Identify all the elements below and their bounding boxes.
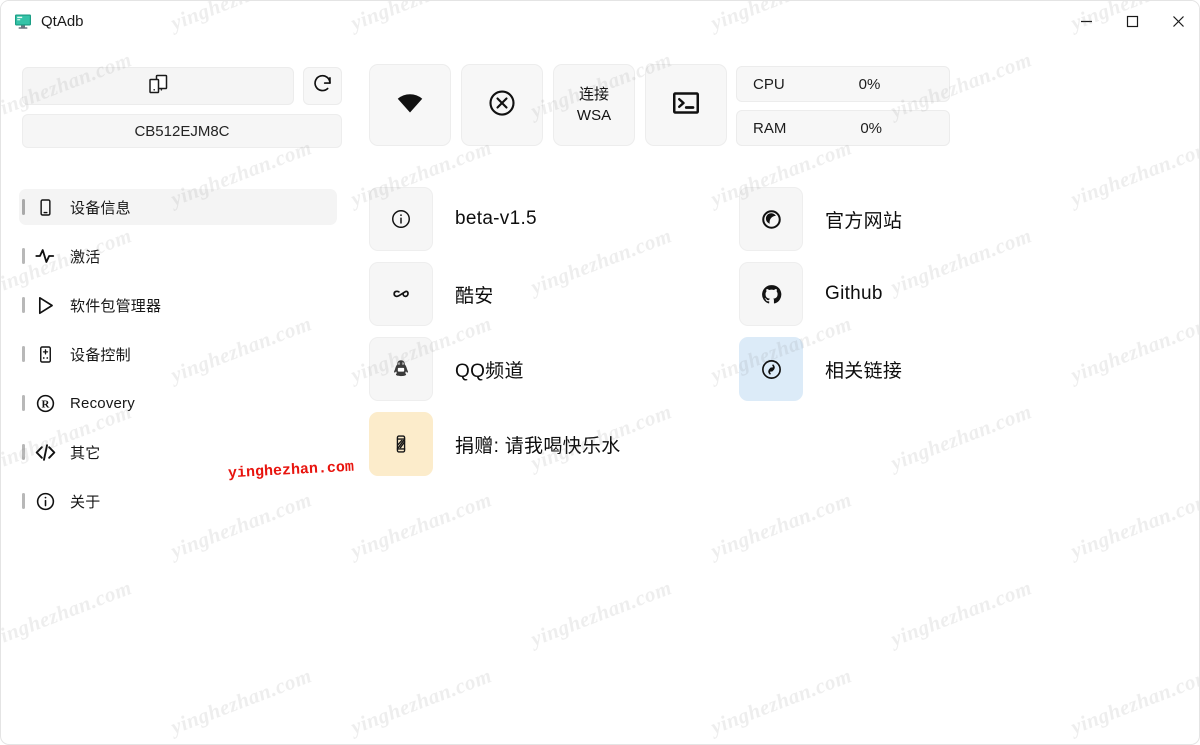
github-card[interactable]: Github xyxy=(739,262,902,326)
sidebar-item-recovery[interactable]: R Recovery xyxy=(19,385,337,421)
app-window: QtAdb CB512EJM8C 设备信息 激活 软件包管理器 设备控制 R R… xyxy=(0,0,1200,745)
wifi-connect-button[interactable] xyxy=(369,64,451,146)
sidebar-item-label: Recovery xyxy=(70,394,135,412)
registered-r-icon: R xyxy=(33,391,57,415)
sidebar-item-label: 设备信息 xyxy=(70,199,131,217)
device-select[interactable] xyxy=(22,67,294,105)
sidebar-item-label: 关于 xyxy=(70,493,101,511)
related-links-card[interactable]: 相关链接 xyxy=(739,337,902,401)
indicator-bar xyxy=(22,493,25,509)
card-label: QQ频道 xyxy=(455,360,524,382)
title-bar-left: QtAdb xyxy=(1,12,84,30)
active-indicator-bar xyxy=(22,199,25,215)
body-area: CB512EJM8C 设备信息 激活 软件包管理器 设备控制 R Recover… xyxy=(1,41,1199,744)
stat-value: 0% xyxy=(860,119,883,137)
sidebar: CB512EJM8C 设备信息 激活 软件包管理器 设备控制 R Recover… xyxy=(1,41,356,744)
sidebar-item-label: 其它 xyxy=(70,444,101,462)
stat-label: RAM xyxy=(753,119,787,137)
coolapk-icon xyxy=(369,262,433,326)
donate-card[interactable]: 捐赠: 请我喝快乐水 xyxy=(369,412,621,476)
sidebar-item-activate[interactable]: 激活 xyxy=(19,238,337,274)
wifi-icon xyxy=(395,88,425,123)
stat-row-ram: RAM 0% xyxy=(736,110,950,146)
card-label: Github xyxy=(825,283,883,304)
info-card-column-right: 官方网站 Github 相关链接 xyxy=(739,187,902,412)
code-brackets-icon xyxy=(33,440,57,464)
card-label: beta-v1.5 xyxy=(455,208,537,229)
stat-label: CPU xyxy=(753,75,785,93)
connect-wsa-label-line2: WSA xyxy=(576,107,612,124)
device-serial-display[interactable]: CB512EJM8C xyxy=(22,114,342,148)
info-circle-icon xyxy=(33,489,57,513)
window-controls xyxy=(1063,1,1199,41)
toolbar-actions: 连接 WSA xyxy=(369,64,727,146)
sidebar-item-device-info[interactable]: 设备信息 xyxy=(19,189,337,225)
sidebar-item-about[interactable]: 关于 xyxy=(19,483,337,519)
info-card-column-middle: beta-v1.5 酷安 QQ频道 捐赠: 请我喝快乐水 xyxy=(369,187,621,487)
qq-channel-card[interactable]: QQ频道 xyxy=(369,337,621,401)
website-globe-icon xyxy=(739,187,803,251)
svg-text:R: R xyxy=(41,398,49,410)
indicator-bar xyxy=(22,248,25,264)
maximize-button[interactable] xyxy=(1109,1,1155,41)
phone-icon xyxy=(33,195,57,219)
connect-wsa-label-line1: 连接 xyxy=(578,86,609,103)
qq-penguin-icon xyxy=(369,337,433,401)
activity-pulse-icon xyxy=(33,244,57,268)
device-selector-row xyxy=(22,67,342,105)
play-store-icon xyxy=(33,293,57,317)
info-circle-icon xyxy=(369,187,433,251)
terminal-icon xyxy=(671,88,701,123)
indicator-bar xyxy=(22,297,25,313)
card-label: 官方网站 xyxy=(825,210,903,232)
refresh-icon xyxy=(312,73,333,99)
resource-stats: CPU 0% RAM 0% xyxy=(736,66,950,154)
sidebar-nav: 设备信息 激活 软件包管理器 设备控制 R Recovery 其它 关于 xyxy=(19,189,337,532)
refresh-button[interactable] xyxy=(303,67,342,105)
connect-wsa-button[interactable]: 连接 WSA xyxy=(553,64,635,146)
disconnect-button[interactable] xyxy=(461,64,543,146)
minimize-button[interactable] xyxy=(1063,1,1109,41)
gamepad-remote-icon xyxy=(33,342,57,366)
title-bar: QtAdb xyxy=(1,1,1199,41)
indicator-bar xyxy=(22,444,25,460)
stat-value: 0% xyxy=(858,75,881,93)
soda-can-icon xyxy=(369,412,433,476)
sidebar-item-package-manager[interactable]: 软件包管理器 xyxy=(19,287,337,323)
sidebar-item-label: 设备控制 xyxy=(70,346,131,364)
card-label: 捐赠: 请我喝快乐水 xyxy=(455,435,621,457)
indicator-bar xyxy=(22,395,25,411)
official-website-card[interactable]: 官方网站 xyxy=(739,187,902,251)
monitor-icon xyxy=(14,12,32,30)
terminal-button[interactable] xyxy=(645,64,727,146)
version-card[interactable]: beta-v1.5 xyxy=(369,187,621,251)
circle-x-icon xyxy=(487,88,517,123)
sidebar-item-label: 激活 xyxy=(70,248,101,266)
close-button[interactable] xyxy=(1155,1,1199,41)
coolapk-card[interactable]: 酷安 xyxy=(369,262,621,326)
card-label: 相关链接 xyxy=(825,360,903,382)
github-icon xyxy=(739,262,803,326)
stat-row-cpu: CPU 0% xyxy=(736,66,950,102)
sidebar-item-device-control[interactable]: 设备控制 xyxy=(19,336,337,372)
sidebar-item-other[interactable]: 其它 xyxy=(19,434,337,470)
app-title: QtAdb xyxy=(41,12,84,30)
devices-icon xyxy=(146,72,170,101)
sidebar-item-label: 软件包管理器 xyxy=(70,297,162,315)
indicator-bar xyxy=(22,346,25,362)
link-chain-icon xyxy=(739,337,803,401)
card-label: 酷安 xyxy=(455,285,494,307)
